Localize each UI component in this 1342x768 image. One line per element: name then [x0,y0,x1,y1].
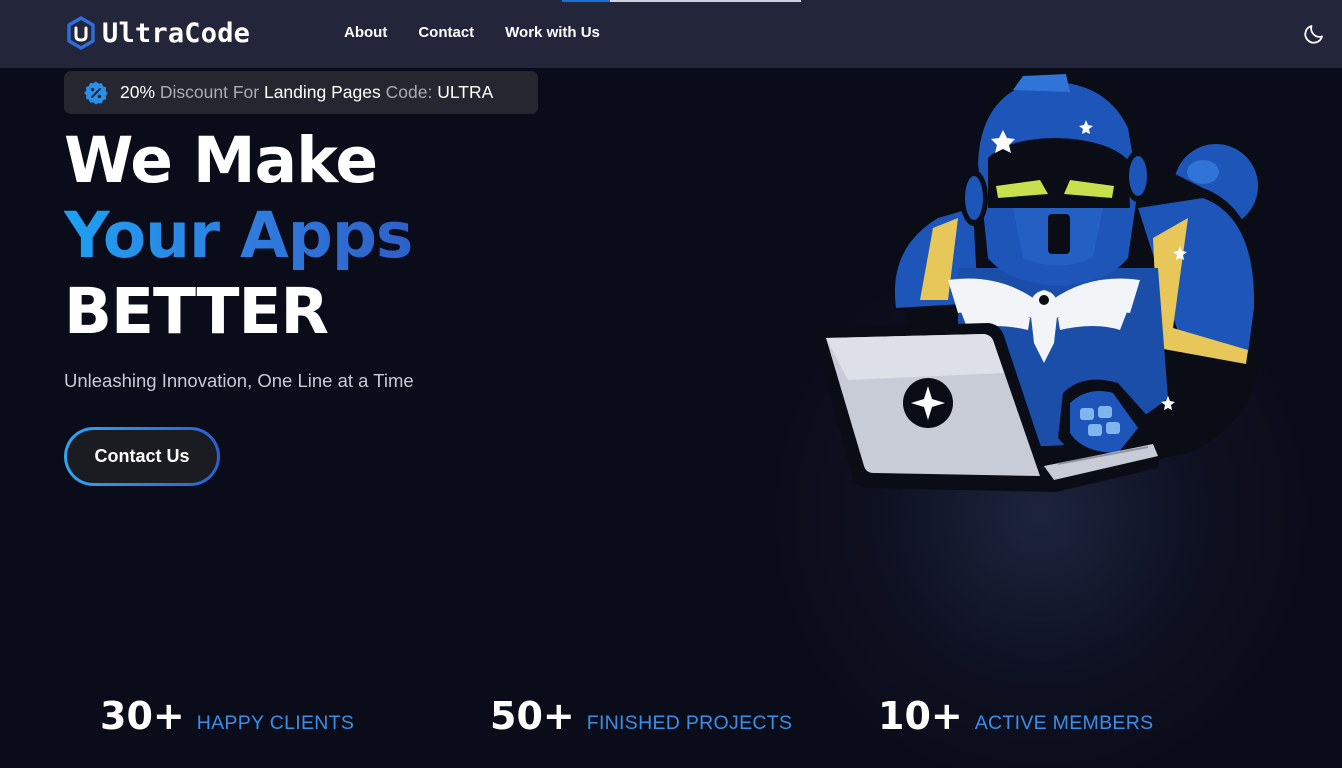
hero-title-line3: BETTER [64,275,329,348]
nav-contact[interactable]: Contact [418,24,474,41]
contact-us-button[interactable]: Contact Us [64,427,220,486]
promo-discount-for: Discount For [155,82,264,102]
promo-code: ULTRA [437,82,494,102]
robot-mascot-illustration [812,73,1266,492]
stat-label: FINISHED PROJECTS [586,712,793,734]
main-nav: About Contact Work with Us [344,24,631,41]
stat-label: HAPPY CLIENTS [196,712,355,734]
stat-happy-clients: 30+ HAPPY CLIENTS [100,694,354,738]
promo-text: 20% Discount For Landing Pages Code: ULT… [120,82,493,103]
contact-us-label: Contact Us [67,430,217,483]
moon-icon [1304,25,1323,44]
stat-value: 30+ [100,694,185,738]
hero-title-line2: Your Apps [64,199,413,272]
hexagon-logo-icon [67,16,95,50]
promo-percent: 20% [120,82,156,102]
promo-banner: 20% Discount For Landing Pages Code: ULT… [64,71,538,114]
stat-active-members: 10+ ACTIVE MEMBERS [878,694,1153,738]
nav-about[interactable]: About [344,24,387,41]
brand-logo[interactable]: UltraCode [66,16,250,50]
promo-code-label: Code: [380,82,438,102]
page-progress-fill [562,0,610,2]
nav-work-with-us[interactable]: Work with Us [505,24,600,41]
stat-label: ACTIVE MEMBERS [974,712,1154,734]
stat-finished-projects: 50+ FINISHED PROJECTS [490,694,792,738]
brand-name: UltraCode [102,17,251,49]
discount-badge-icon [84,81,108,104]
page-progress-bar [562,0,801,2]
theme-toggle-button[interactable] [1302,22,1326,46]
promo-landing-pages: Landing Pages [263,82,381,102]
stat-value: 50+ [490,694,575,738]
stat-value: 10+ [878,694,963,738]
hero-title-line1: We Make [64,124,378,197]
navbar: UltraCode About Contact Work with Us [0,0,1342,68]
hero-tagline: Unleashing Innovation, One Line at a Tim… [64,370,414,391]
